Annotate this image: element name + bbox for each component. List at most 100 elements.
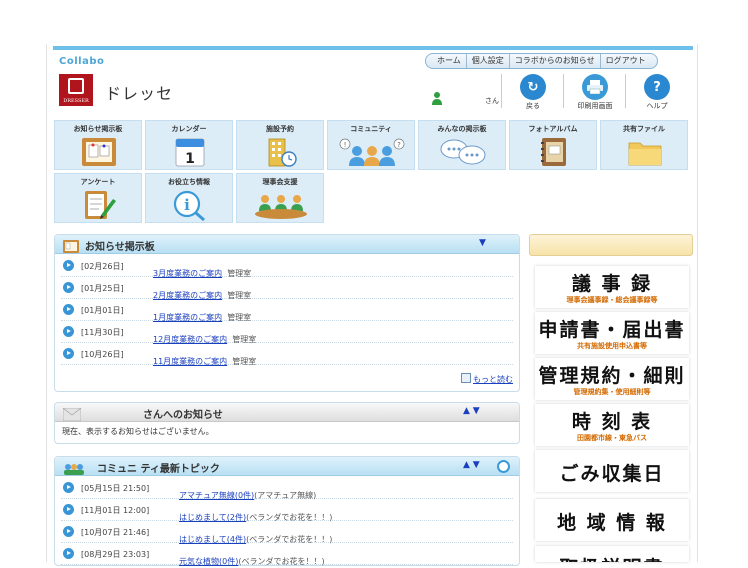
tile-board-support[interactable]: 理事会支援: [236, 173, 324, 223]
side-button-title: 議 事 録: [571, 273, 653, 295]
read-more-link[interactable]: もっと読む: [461, 373, 513, 385]
item-date: [11月30日]: [81, 328, 124, 337]
tile-label: アンケート: [80, 178, 116, 186]
side-button-title: 地 域 情 報: [557, 512, 667, 534]
svg-text:!: !: [344, 141, 347, 149]
envelope-icon: [62, 406, 82, 425]
nav-home[interactable]: ホーム: [432, 54, 467, 68]
calendar-day: 1: [185, 151, 195, 167]
tile-calendar[interactable]: カレンダー 1: [145, 120, 233, 170]
tile-label: コミュニティ: [350, 125, 392, 133]
survey-icon: [55, 188, 143, 222]
item-date: [11月01日 12:00]: [81, 506, 150, 515]
tile-photo-album[interactable]: フォトアルバム: [509, 120, 597, 170]
manuals-button[interactable]: 取扱説明書: [535, 546, 689, 562]
local-info-button[interactable]: 地 域 情 報: [535, 499, 689, 541]
bullet-arrow-icon: [63, 304, 74, 315]
side-button-subtitle: 管理規約集・使用細則等: [573, 388, 651, 396]
print-view-button[interactable]: 印刷用画面: [567, 74, 623, 111]
side-panel-header: [529, 234, 693, 256]
side-button-subtitle: 田園都市線・東急バス: [577, 434, 647, 442]
tile-shared-files[interactable]: 共有ファイル: [600, 120, 688, 170]
bullet-arrow-icon: [63, 504, 74, 515]
info-search-icon: i: [146, 188, 234, 222]
notice-board-title: お知らせ掲示板: [85, 242, 155, 253]
side-button-subtitle: 理事会議事録・総会議事録等: [566, 296, 658, 304]
facility-booking-icon: [237, 135, 325, 169]
personal-notice-header: さんへのお知らせ ▲ ▼: [55, 403, 519, 422]
item-date: [05月15日 21:50]: [81, 484, 150, 493]
item-date: [01月25日]: [81, 284, 124, 293]
tile-label: カレンダー: [171, 125, 207, 133]
list-item: [10月07日 21:46] はじめまして(4件)(ベランダでお花を！！): [61, 521, 513, 544]
photo-album-icon: [510, 135, 598, 169]
back-arrow-icon: ↻: [520, 74, 546, 100]
empty-notice-message: 現在、表示するお知らせはございません。: [62, 427, 214, 436]
folder-icon: [601, 135, 689, 169]
community-header: コミュニ ティ最新トピック ▲ ▼: [55, 457, 519, 476]
site-name: ドレッセ: [105, 84, 174, 103]
bullet-arrow-icon: [63, 326, 74, 337]
sort-arrows-icon[interactable]: ▲ ▼: [463, 460, 480, 470]
back-button-label: 戻る: [526, 102, 540, 110]
tile-survey[interactable]: アンケート: [54, 173, 142, 223]
side-button-title: ごみ収集日: [559, 463, 665, 485]
tile-label: フォトアルバム: [528, 125, 578, 133]
sort-arrows-icon[interactable]: ▲ ▼: [463, 406, 480, 416]
tile-label: 施設予約: [266, 125, 294, 133]
tile-everyone-board[interactable]: みんなの掲示板: [418, 120, 506, 170]
item-date: [01月01日]: [81, 306, 124, 315]
logo-mark: [68, 78, 84, 94]
svg-text:?: ?: [397, 141, 401, 149]
application-forms-button[interactable]: 申請書・届出書 共有施設使用申込書等: [535, 312, 689, 354]
bulletin-board-icon: [55, 135, 143, 169]
site-logo: DRESSER: [59, 74, 93, 106]
back-button[interactable]: ↻ 戻る: [505, 74, 561, 111]
tile-notice-board[interactable]: お知らせ掲示板: [54, 120, 142, 170]
timetable-button[interactable]: 時 刻 表 田園都市線・東急バス: [535, 404, 689, 446]
tile-community[interactable]: コミュニティ !?: [327, 120, 415, 170]
notice-link[interactable]: 11月度業務のご案内: [153, 357, 227, 366]
user-name-suffix: さん: [485, 97, 499, 105]
community-icon: !?: [328, 135, 416, 169]
help-label: ヘルプ: [646, 102, 668, 110]
header-separator: [563, 74, 564, 108]
tile-label: みんなの掲示板: [437, 125, 487, 133]
minutes-button[interactable]: 議 事 録 理事会議事録・総会議事録等: [535, 266, 689, 308]
tile-label: お知らせ掲示板: [73, 125, 123, 133]
notice-list: [02月26日] 3月度業務のご案内 管理室 [01月25日] 2月度業務のご案内 …: [55, 255, 519, 366]
refresh-icon[interactable]: [497, 460, 510, 473]
nav-personal-settings[interactable]: 個人設定: [467, 54, 510, 68]
notice-board-header: お知らせ掲示板 ▼: [55, 235, 519, 254]
logo-text: DRESSER: [63, 98, 89, 104]
help-button[interactable]: ? ヘルプ: [629, 74, 685, 111]
list-item: [11月30日] 12月度業務のご案内 管理室: [61, 321, 513, 344]
nav-logout[interactable]: ログアウト: [601, 54, 651, 68]
garbage-day-button[interactable]: ごみ収集日: [535, 450, 689, 492]
management-rules-button[interactable]: 管理規約・細則 管理規約集・使用細則等: [535, 358, 689, 400]
list-item: [10月26日] 11月度業務のご案内 管理室: [61, 343, 513, 366]
nav-collabo-news[interactable]: コラボからのお知らせ: [510, 54, 601, 68]
community-list: [05月15日 21:50] アマチュア無線(0件)(アマチュア無線) [11月0…: [55, 477, 519, 566]
community-panel: コミュニ ティ最新トピック ▲ ▼ [05月15日 21:50] アマチュア無線(…: [54, 456, 520, 566]
side-button-subtitle: 共有施設使用申込書等: [577, 342, 647, 350]
calendar-icon: 1: [146, 135, 234, 169]
bullet-arrow-icon: [63, 526, 74, 537]
top-navigation: ホーム 個人設定 コラボからのお知らせ ログアウト: [425, 53, 658, 69]
item-date: [10月07日 21:46]: [81, 528, 150, 537]
header-separator: [501, 74, 502, 108]
user-icon: [431, 90, 443, 109]
tile-useful-info[interactable]: お役立ち情報 i: [145, 173, 233, 223]
top-accent-bar: [53, 46, 693, 50]
item-date: [02月26日]: [81, 262, 124, 271]
header-separator: [625, 74, 626, 108]
bullet-arrow-icon: [63, 282, 74, 293]
tile-label: お役立ち情報: [168, 178, 210, 186]
print-view-label: 印刷用画面: [577, 102, 613, 110]
tile-facility-booking[interactable]: 施設予約: [236, 120, 324, 170]
collapse-arrow-icon[interactable]: ▼: [479, 238, 486, 248]
list-item: [01月25日] 2月度業務のご案内 管理室: [61, 277, 513, 300]
printer-icon: [582, 74, 608, 100]
list-item: [05月15日 21:50] アマチュア無線(0件)(アマチュア無線): [61, 477, 513, 500]
chat-bubbles-icon: [419, 135, 507, 169]
